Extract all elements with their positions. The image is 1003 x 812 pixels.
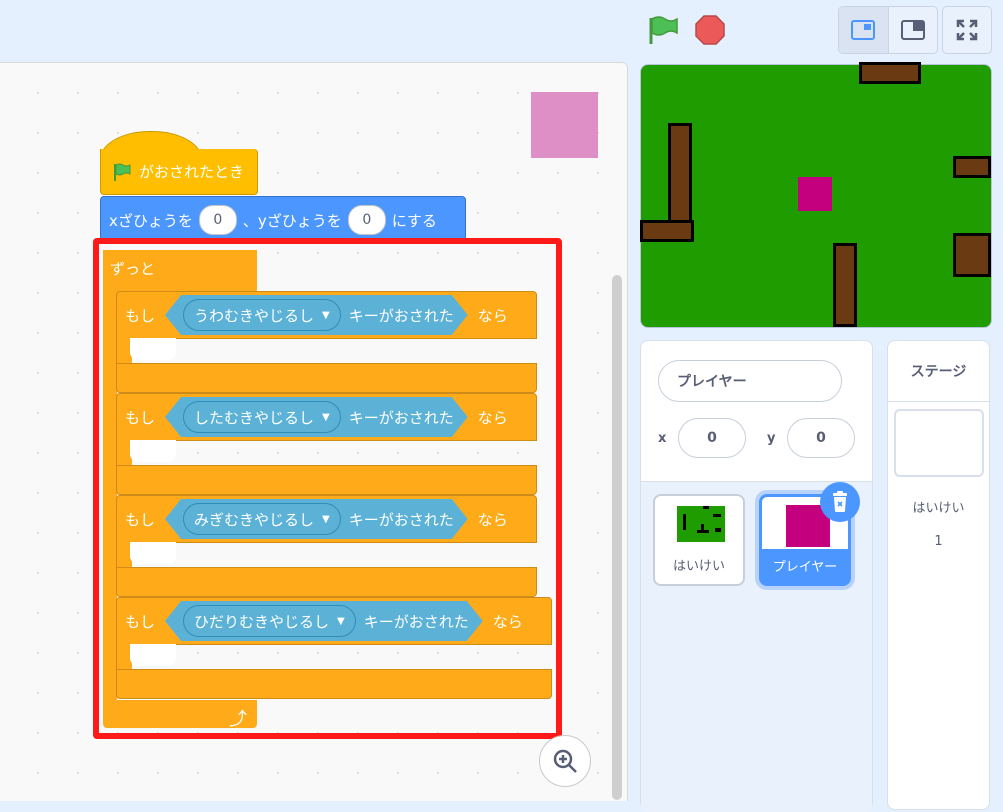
key-dropdown[interactable]: したむきやじるし ▼: [183, 401, 341, 433]
empty-slot: [130, 644, 176, 666]
key-dropdown-value: ひだりむきやじるし: [194, 612, 330, 631]
trash-icon: [833, 491, 847, 512]
zoom-in-icon: [553, 749, 577, 773]
empty-slot: [130, 440, 176, 462]
if-label: もし: [125, 306, 156, 325]
motion-text-x: xざひょうを: [109, 211, 193, 230]
y-input[interactable]: 0: [347, 205, 386, 235]
stage-selector-pane[interactable]: ステージ はいけい 1: [887, 340, 990, 810]
background-thumbnail: [677, 506, 725, 542]
forever-block-arm: [103, 290, 117, 702]
sprite-info-panel: プレイヤー x 0 y 0: [641, 341, 872, 482]
then-label: なら: [477, 510, 508, 529]
small-stage-icon: [851, 20, 876, 40]
if-label: もし: [125, 510, 156, 529]
small-stage-button[interactable]: [839, 7, 888, 53]
sprite-tile-background[interactable]: はいけい: [653, 494, 745, 586]
key-pressed-label: キーがおされた: [348, 408, 454, 427]
key-pressed-condition[interactable]: したむきやじるし ▼ キーがおされた: [165, 397, 468, 437]
dropdown-caret-icon: ▼: [322, 309, 330, 321]
empty-slot: [130, 338, 176, 360]
player-sprite[interactable]: [798, 177, 832, 211]
key-pressed-label: キーがおされた: [363, 612, 469, 631]
sprite-y-field[interactable]: 0: [787, 418, 855, 458]
sprite-x-field[interactable]: 0: [678, 418, 746, 458]
workspace-scrollbar[interactable]: [612, 275, 622, 800]
sprite-tile-label: プレイヤー: [772, 560, 838, 575]
dropdown-caret-icon: ▼: [337, 615, 345, 627]
when-flag-clicked-block[interactable]: がおされたとき: [100, 131, 258, 195]
empty-slot: [130, 542, 176, 564]
fullscreen-icon: [956, 19, 978, 41]
maze-wall: [953, 156, 991, 178]
dropdown-caret-icon: ▼: [322, 513, 330, 525]
delete-sprite-button[interactable]: [820, 482, 860, 522]
maze-wall: [859, 62, 921, 84]
y-label: y: [767, 431, 776, 446]
stop-icon: [695, 15, 725, 45]
stage-size-toggle: [838, 6, 938, 54]
key-pressed-condition[interactable]: うわむきやじるし ▼ キーがおされた: [165, 295, 468, 335]
motion-text-y: 、yざひょうを: [242, 211, 342, 230]
key-dropdown[interactable]: うわむきやじるし ▼: [183, 299, 341, 331]
stage-divider: [888, 401, 989, 402]
forever-label: ずっと: [110, 260, 156, 278]
key-pressed-condition[interactable]: みぎむきやじるし ▼ キーがおされた: [165, 499, 468, 539]
then-label: なら: [477, 408, 508, 427]
maze-wall: [640, 220, 694, 242]
key-dropdown[interactable]: ひだりむきやじるし ▼: [183, 605, 356, 637]
fullscreen-button[interactable]: [942, 6, 992, 54]
stop-button[interactable]: [694, 14, 726, 46]
key-pressed-condition[interactable]: ひだりむきやじるし ▼ キーがおされた: [165, 601, 483, 641]
large-stage-icon: [900, 20, 925, 40]
key-dropdown-value: みぎむきやじるし: [194, 510, 315, 529]
key-dropdown-value: したむきやじるし: [194, 408, 315, 427]
stage-title: ステージ: [910, 364, 967, 380]
sprite-list: はいけい プレイヤー: [641, 482, 872, 812]
sprite-tile-label: はいけい: [672, 559, 725, 574]
hat-block-label: がおされたとき: [139, 163, 245, 181]
motion-text-end: にする: [391, 211, 437, 230]
x-label: x: [658, 431, 667, 446]
if-label: もし: [125, 408, 156, 427]
dropdown-caret-icon: ▼: [322, 411, 330, 423]
stage-thumbnail[interactable]: [894, 409, 984, 477]
zoom-in-button[interactable]: [539, 735, 591, 787]
loop-arrow-icon: ⤴: [229, 709, 247, 730]
then-label: なら: [492, 612, 523, 631]
key-dropdown-value: うわむきやじるし: [194, 306, 315, 325]
then-label: なら: [477, 306, 508, 325]
large-stage-button[interactable]: [887, 7, 938, 53]
key-pressed-label: キーがおされた: [348, 306, 454, 325]
key-pressed-label: キーがおされた: [348, 510, 454, 529]
green-flag-button[interactable]: [645, 14, 679, 46]
backdrops-label: はいけい: [912, 501, 965, 516]
green-flag-icon: [649, 16, 678, 44]
green-flag-icon: [114, 163, 131, 181]
sprite-pane: プレイヤー x 0 y 0 はいけい プレイヤー: [640, 340, 873, 812]
maze-wall: [833, 243, 857, 327]
workspace-sprite-thumbnail: [531, 92, 598, 158]
key-dropdown[interactable]: みぎむきやじるし ▼: [183, 503, 341, 535]
maze-wall: [953, 233, 991, 277]
if-label: もし: [125, 612, 156, 631]
go-to-xy-block[interactable]: xざひょうを 0 、yざひょうを 0 にする: [100, 196, 466, 244]
x-input[interactable]: 0: [198, 205, 237, 235]
sprite-name-field[interactable]: プレイヤー: [658, 360, 842, 402]
backdrops-count: 1: [934, 534, 943, 549]
